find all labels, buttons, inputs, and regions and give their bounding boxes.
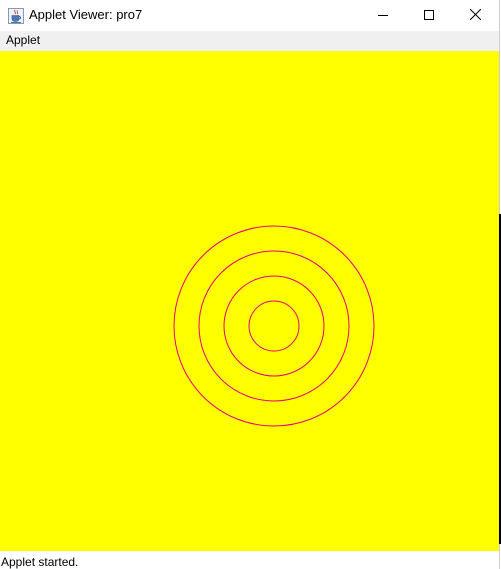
title-bar[interactable]: Applet Viewer: pro7 — [0, 0, 499, 31]
applet-canvas[interactable] — [0, 51, 499, 551]
window-title: Applet Viewer: pro7 — [29, 7, 143, 22]
java-coffee-cup-icon[interactable] — [8, 8, 24, 24]
maximize-icon — [424, 7, 434, 25]
menu-applet[interactable]: Applet — [6, 33, 40, 47]
minimize-button[interactable] — [360, 0, 406, 31]
applet-viewer-window: Applet Viewer: pro7 Applet Applet starte… — [0, 0, 500, 569]
status-text: Applet started. — [1, 555, 79, 569]
close-icon — [469, 7, 481, 25]
applet-background — [0, 51, 499, 551]
applet-drawing — [0, 51, 499, 551]
close-button[interactable] — [452, 0, 498, 31]
menu-bar: Applet — [0, 31, 499, 51]
maximize-button[interactable] — [406, 0, 452, 31]
status-bar: Applet started. — [0, 551, 499, 569]
minimize-icon — [378, 7, 388, 25]
